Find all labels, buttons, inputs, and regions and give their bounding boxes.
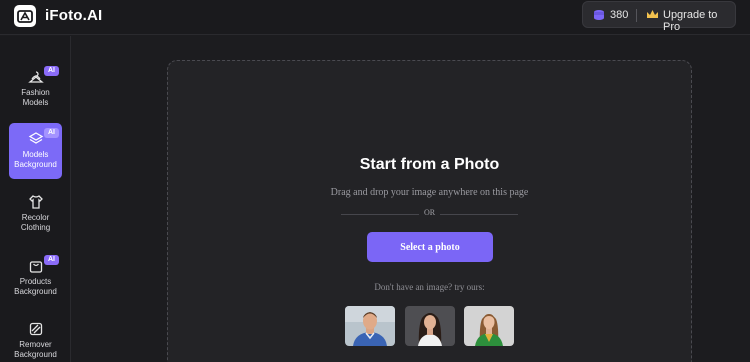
sample-image-woman-green[interactable]	[464, 306, 514, 346]
logo-icon[interactable]	[14, 5, 36, 27]
sample-prompt: Don't have an image? try ours:	[374, 282, 485, 292]
bag-icon	[29, 261, 43, 273]
ai-badge: AI	[44, 66, 59, 76]
sidebar-item-recolor-clothing[interactable]: Recolor Clothing	[9, 186, 62, 242]
layers-icon	[28, 132, 44, 144]
page-title: Start from a Photo	[359, 156, 500, 173]
upload-drop-zone[interactable]: Start from a Photo Drag and drop your im…	[167, 60, 692, 362]
shirt-icon	[29, 195, 43, 209]
sidebar-item-label: Remover Background	[14, 340, 57, 359]
sidebar-item-products-background[interactable]: AI Products Background	[9, 250, 62, 306]
sidebar-item-label: Recolor Clothing	[20, 213, 51, 232]
sidebar-item-fashion-models[interactable]: AI Fashion Models	[9, 61, 62, 117]
hanger-icon	[28, 71, 44, 83]
divider	[440, 214, 518, 215]
sidebar: AI Fashion Models AI Models Background R…	[0, 36, 71, 362]
sidebar-item-label: Products Background	[14, 277, 57, 296]
sidebar-item-label: Fashion Models	[21, 88, 50, 107]
sample-image-woman-white[interactable]	[405, 306, 455, 346]
ai-badge: AI	[44, 128, 59, 138]
sidebar-item-remover-background[interactable]: Remover Background	[9, 313, 62, 362]
divider	[636, 9, 637, 22]
sidebar-item-label: Models Background	[14, 150, 57, 169]
sample-image-man[interactable]	[345, 306, 395, 346]
upgrade-button[interactable]: Upgrade to Pro	[663, 9, 735, 33]
sidebar-item-models-background[interactable]: AI Models Background	[9, 123, 62, 179]
credits-count: 380	[610, 9, 629, 21]
drop-instructions: Drag and drop your image anywhere on thi…	[330, 187, 529, 198]
eraser-icon	[29, 322, 43, 336]
or-separator: OR	[341, 208, 518, 220]
top-bar: iFoto.AI 380 Upgrade to Pro	[0, 0, 750, 35]
brand-name[interactable]: iFoto.AI	[45, 7, 102, 24]
account-widget: 380 Upgrade to Pro	[582, 1, 736, 33]
coins-icon	[594, 10, 604, 20]
or-label: OR	[423, 208, 436, 217]
ai-badge: AI	[44, 255, 59, 265]
crown-icon	[647, 10, 658, 18]
select-photo-button[interactable]: Select a photo	[367, 232, 493, 262]
